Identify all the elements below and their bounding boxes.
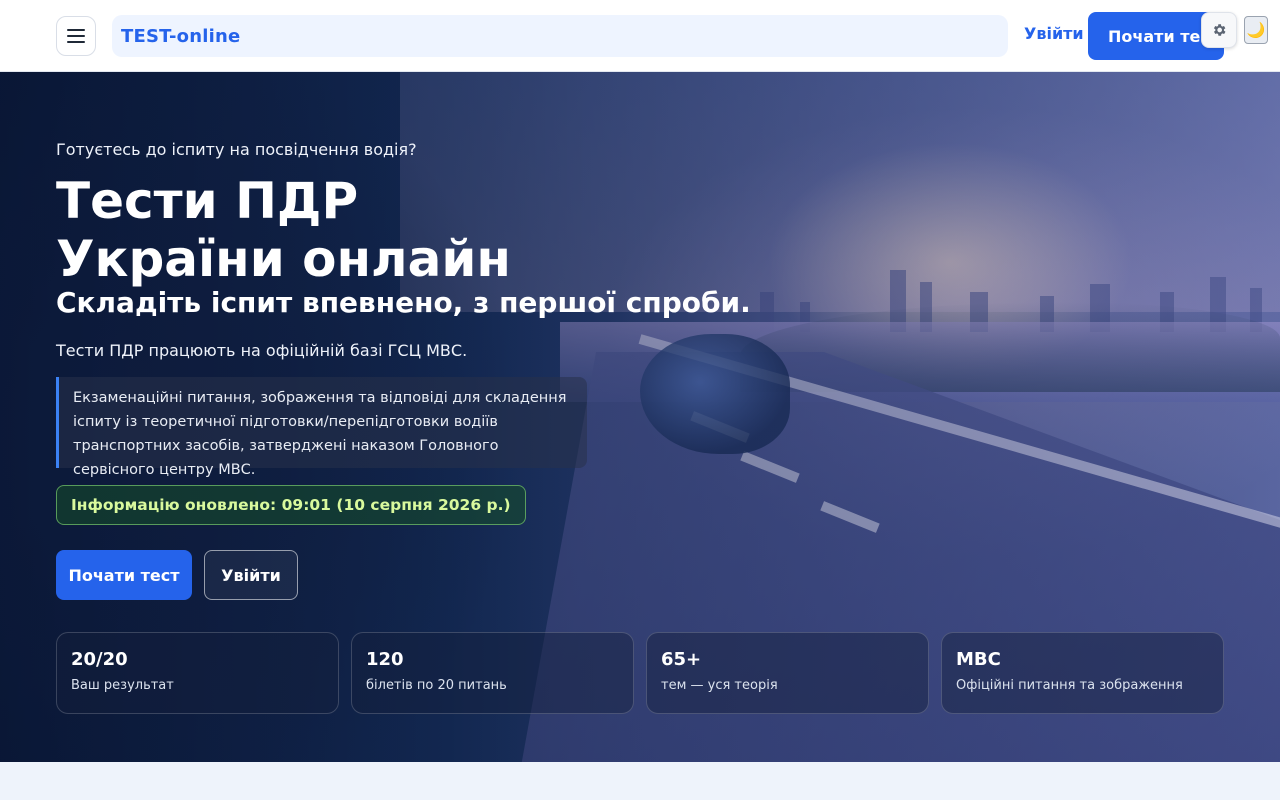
- gear-icon: [1213, 24, 1226, 36]
- stat-value: МВС: [956, 649, 1001, 670]
- brand-logo-text[interactable]: TEST-online: [121, 26, 240, 47]
- hero-section: Готуєтесь до іспиту на посвідчення водія…: [0, 72, 1280, 762]
- stat-label: Офіційні питання та зображення: [956, 678, 1183, 693]
- stat-card-result: 20/20 Ваш результат: [56, 632, 339, 714]
- stat-label: білетів по 20 питань: [366, 678, 507, 693]
- moon-icon: 🌙: [1246, 21, 1266, 39]
- stat-label: Ваш результат: [71, 678, 174, 693]
- hamburger-menu-icon: [67, 29, 85, 43]
- theme-toggle-button[interactable]: 🌙: [1244, 16, 1268, 44]
- login-button[interactable]: Увійти: [204, 550, 298, 600]
- hero-lead: Тести ПДР працюють на офіційній базі ГСЦ…: [56, 341, 468, 360]
- brand-bar[interactable]: TEST-online: [112, 15, 1008, 57]
- hero-title-line2: України онлайн: [56, 230, 511, 288]
- stat-value: 120: [366, 649, 404, 670]
- hero-title-line1: Тести ПДР: [56, 172, 359, 230]
- stat-card-official: МВС Офіційні питання та зображення: [941, 632, 1224, 714]
- hero-kicker: Готуєтесь до іспиту на посвідчення водія…: [56, 140, 417, 159]
- start-test-button[interactable]: Почати тест: [56, 550, 192, 600]
- stat-card-topics: 65+ тем — уся теорія: [646, 632, 929, 714]
- update-status-badge: Інформацію оновлено: 09:01 (10 серпня 20…: [56, 485, 526, 525]
- stat-label: тем — уся теорія: [661, 678, 778, 693]
- top-header: TEST-online Увійти Почати тест 🌙: [0, 0, 1280, 72]
- hero-subtitle: Складіть іспит впевнено, з першої спроби…: [56, 286, 751, 319]
- stat-value: 65+: [661, 649, 702, 670]
- stat-card-tickets: 120 білетів по 20 питань: [351, 632, 634, 714]
- settings-button[interactable]: [1201, 12, 1237, 48]
- next-section-edge: [0, 762, 1280, 800]
- hero-official-notice: Екзаменаційні питання, зображення та від…: [56, 377, 587, 478]
- header-login-link[interactable]: Увійти: [1024, 24, 1084, 43]
- hero-title: Тести ПДР України онлайн: [56, 172, 511, 288]
- menu-button[interactable]: [56, 16, 96, 56]
- stat-value: 20/20: [71, 649, 128, 670]
